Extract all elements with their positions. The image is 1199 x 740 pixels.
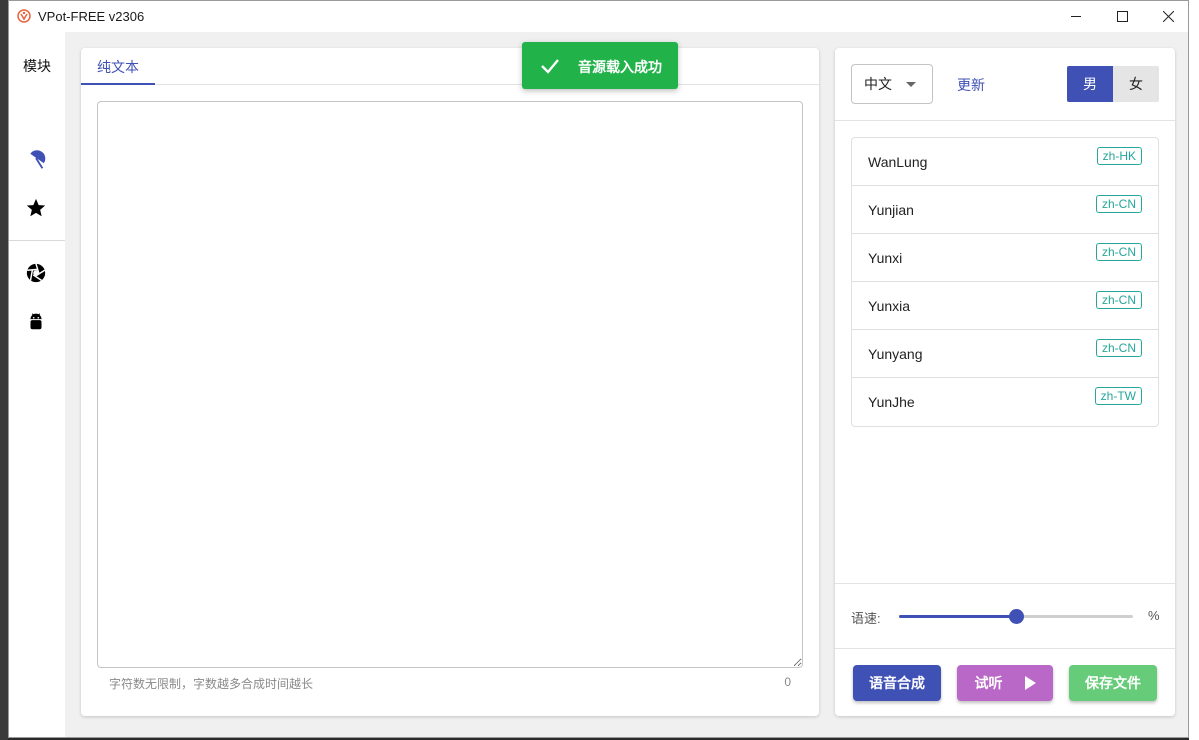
voice-name: Yunxi	[868, 250, 903, 266]
android-icon	[30, 313, 42, 330]
tab-plain-text[interactable]: 纯文本	[81, 48, 155, 85]
aperture-icon	[26, 263, 46, 283]
sidebar: 模块	[9, 32, 65, 737]
sidebar-item-android[interactable]	[24, 309, 48, 333]
preview-label: 试听	[974, 675, 1003, 691]
app-logo-icon	[17, 9, 31, 23]
caret-down-icon	[906, 82, 916, 87]
voice-list-item[interactable]: Yunjian zh-CN	[852, 186, 1158, 234]
divider	[835, 648, 1175, 649]
language-value: 中文	[864, 76, 892, 92]
voice-list-item[interactable]: Yunyang zh-CN	[852, 330, 1158, 378]
divider	[835, 583, 1175, 584]
star-icon	[26, 198, 46, 217]
sidebar-divider	[9, 240, 65, 241]
desktop-background-left	[0, 0, 8, 740]
sidebar-item-umbrella[interactable]	[24, 148, 48, 172]
speed-slider[interactable]	[899, 609, 1133, 624]
maximize-icon	[1116, 11, 1128, 22]
play-icon	[1024, 676, 1036, 690]
locale-badge: zh-HK	[1096, 147, 1142, 165]
minimize-button[interactable]	[1053, 1, 1099, 32]
editor-tabs: 纯文本	[81, 48, 819, 85]
gender-female-button[interactable]: 女	[1113, 66, 1159, 102]
locale-badge: zh-CN	[1095, 243, 1142, 261]
update-button[interactable]: 更新	[957, 75, 985, 95]
umbrella-icon	[30, 150, 46, 169]
speed-slider-fill	[899, 615, 1016, 618]
active-tab-indicator	[81, 83, 155, 85]
editor-card: 纯文本 字符数无限制，字数越多合成时间越长 0	[81, 48, 819, 716]
synthesize-button[interactable]: 语音合成	[853, 665, 941, 701]
preview-button[interactable]: 试听	[957, 665, 1053, 701]
sidebar-title: 模块	[23, 58, 51, 74]
voice-name: YunJhe	[868, 394, 915, 410]
voice-name: Yunyang	[868, 346, 923, 362]
speed-slider-thumb[interactable]	[1009, 609, 1024, 624]
main-area: 纯文本 字符数无限制，字数越多合成时间越长 0 音源载入成功 中文 更新 男 女	[65, 32, 1188, 737]
voice-name: Yunjian	[868, 202, 914, 218]
close-button[interactable]	[1145, 1, 1188, 32]
voice-name: WanLung	[868, 154, 928, 170]
speed-unit: %	[1148, 608, 1160, 623]
synthesize-label: 语音合成	[869, 675, 925, 691]
locale-badge: zh-CN	[1095, 339, 1142, 357]
locale-badge: zh-CN	[1095, 291, 1142, 309]
save-label: 保存文件	[1085, 675, 1141, 691]
voice-list-item[interactable]: YunJhe zh-TW	[852, 378, 1158, 426]
save-file-button[interactable]: 保存文件	[1069, 665, 1157, 701]
voice-name: Yunxia	[868, 298, 911, 314]
title-bar[interactable]: VPot-FREE v2306	[9, 1, 1188, 32]
check-icon	[541, 59, 559, 74]
locale-badge: zh-TW	[1094, 387, 1142, 405]
sidebar-item-aperture[interactable]	[24, 261, 48, 285]
app-window: VPot-FREE v2306 模块 纯文本 字符数无限制，字数越多合成时间越长…	[8, 0, 1189, 738]
voice-list-item[interactable]: Yunxi zh-CN	[852, 234, 1158, 282]
locale-badge: zh-CN	[1095, 195, 1142, 213]
window-title: VPot-FREE v2306	[38, 9, 145, 24]
voice-list: WanLung zh-HK Yunjian zh-CN Yunxi zh-CN Yunxia…	[851, 137, 1159, 427]
maximize-button[interactable]	[1099, 1, 1145, 32]
gender-male-button[interactable]: 男	[1067, 66, 1113, 102]
voice-list-item[interactable]: WanLung zh-HK	[852, 138, 1158, 186]
voice-list-item[interactable]: Yunxia zh-CN	[852, 282, 1158, 330]
success-toast: 音源载入成功	[522, 42, 678, 89]
language-select[interactable]: 中文	[851, 64, 933, 104]
speed-label: 语速:	[851, 611, 881, 626]
divider	[835, 120, 1175, 121]
gender-toggle: 男 女	[1067, 66, 1159, 102]
char-count: 0	[784, 675, 791, 689]
desktop-background-right	[1189, 0, 1199, 740]
sidebar-item-star[interactable]	[24, 196, 48, 220]
minimize-icon	[1070, 16, 1081, 17]
text-input[interactable]	[97, 101, 803, 668]
toast-message: 音源载入成功	[578, 59, 662, 75]
text-hint: 字符数无限制，字数越多合成时间越长	[109, 677, 314, 691]
close-icon	[1162, 11, 1174, 22]
voice-card: 中文 更新 男 女 WanLung zh-HK Yunjian zh-CN Yunxi z…	[835, 48, 1175, 716]
